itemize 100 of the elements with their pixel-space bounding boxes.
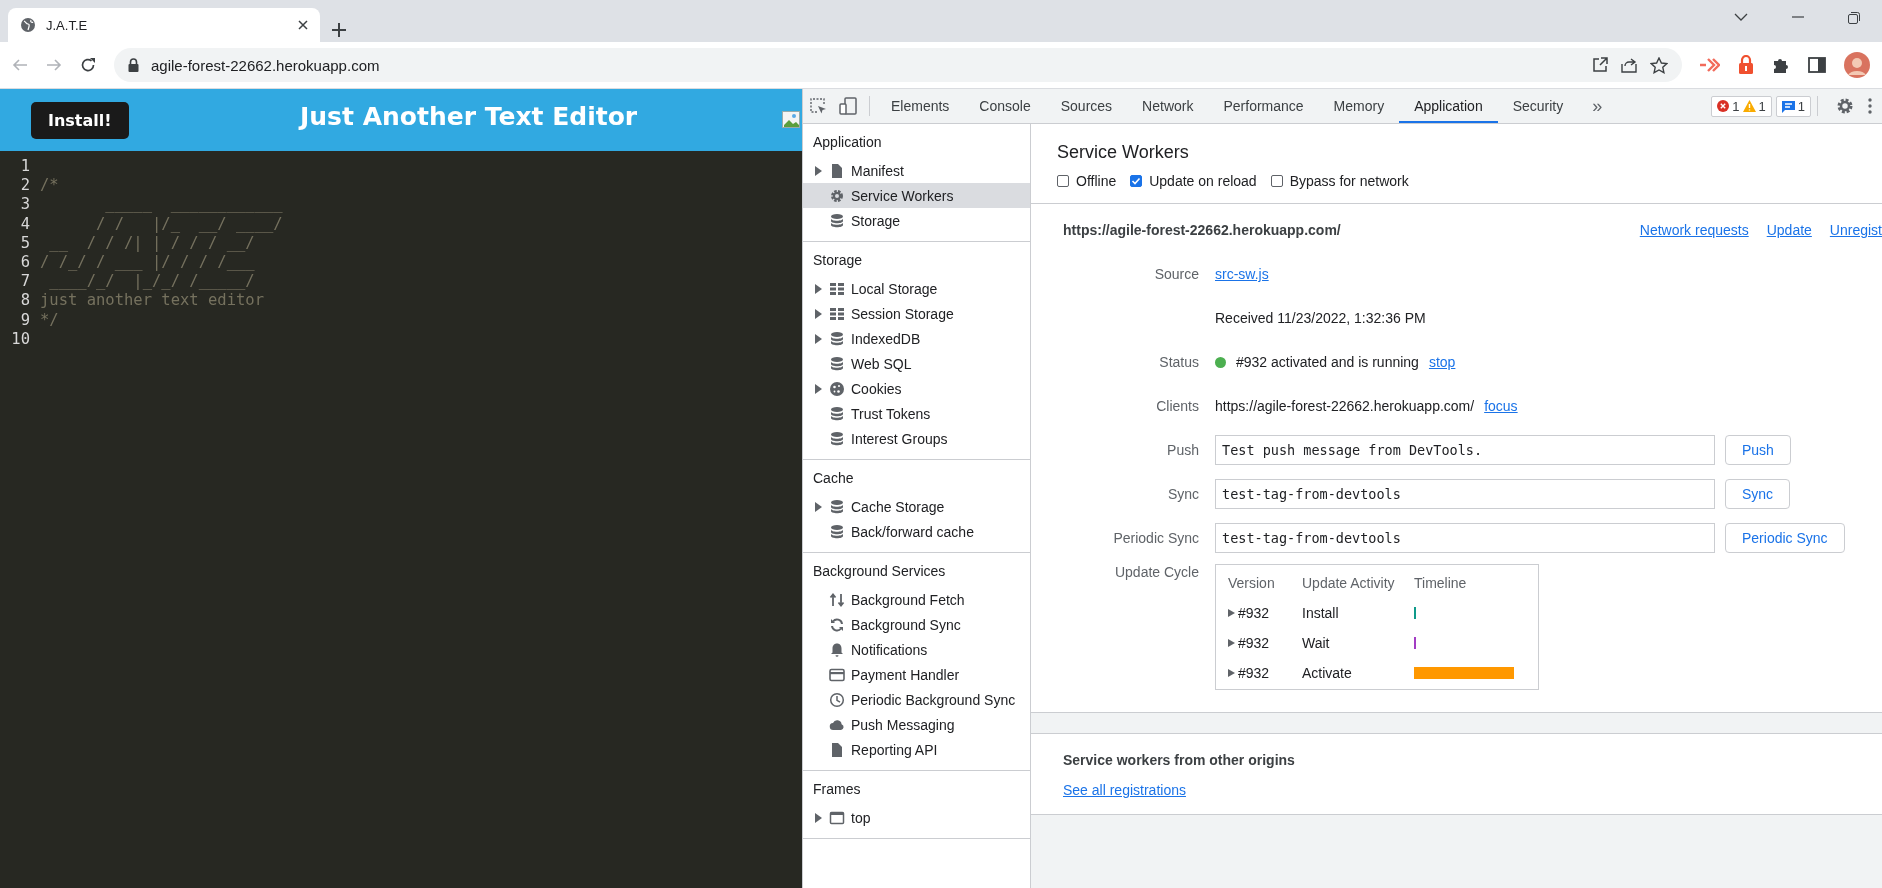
action-button[interactable]: Periodic Sync: [1725, 523, 1845, 553]
inspect-icon[interactable]: [809, 97, 827, 115]
devtools-tab[interactable]: Performance: [1208, 89, 1319, 123]
more-tabs-button[interactable]: »: [1578, 89, 1617, 123]
expand-arrow-icon[interactable]: [813, 383, 823, 394]
input-field[interactable]: test-tag-from-devtools: [1215, 479, 1715, 509]
side-panel-icon[interactable]: [1808, 57, 1826, 73]
messages-badge[interactable]: 1: [1775, 95, 1811, 117]
sidebar-item[interactable]: IndexedDB: [803, 326, 1030, 351]
sidebar-item[interactable]: Back/forward cache: [803, 519, 1030, 544]
code-line: / /_/ / ___ |/ / / /___: [40, 252, 255, 273]
expand-arrow-icon[interactable]: [813, 812, 823, 823]
expand-arrow-icon[interactable]: [813, 501, 823, 512]
expand-arrow-icon[interactable]: [813, 283, 823, 294]
action-link[interactable]: Network requests: [1639, 222, 1749, 238]
database-icon: [829, 430, 845, 447]
action-link[interactable]: Unregist: [1829, 222, 1882, 238]
code-line: */: [40, 310, 59, 330]
restore-icon[interactable]: [1848, 12, 1860, 24]
browser-tab[interactable]: J.A.T.E: [8, 8, 320, 42]
arrow-extension-icon[interactable]: [1700, 58, 1720, 72]
sidebar-item[interactable]: Storage: [803, 208, 1030, 233]
input-field[interactable]: test-tag-from-devtools: [1215, 523, 1715, 553]
sidebar-item[interactable]: Periodic Background Sync: [803, 687, 1030, 712]
devtools-tab[interactable]: Sources: [1045, 89, 1128, 123]
error-icon: [1717, 100, 1730, 112]
checkbox-label: Update on reload: [1149, 173, 1257, 189]
field-label: Periodic Sync: [1113, 530, 1199, 546]
column-header: Update Activity: [1302, 575, 1396, 591]
tab-title: J.A.T.E: [46, 17, 89, 33]
sidebar-item[interactable]: Cookies: [803, 376, 1030, 401]
sidebar-item[interactable]: Push Messaging: [803, 712, 1030, 737]
checkbox[interactable]: [1057, 175, 1069, 187]
address-bar[interactable]: agile-forest-22662.herokuapp.com: [114, 48, 1682, 82]
sidebar-item[interactable]: Manifest: [803, 158, 1030, 183]
action-link[interactable]: Update: [1766, 222, 1812, 238]
expand-arrow-icon[interactable]: [813, 165, 823, 176]
settings-icon[interactable]: [1836, 97, 1854, 115]
database-icon: [829, 523, 845, 540]
devtools-tab[interactable]: Security: [1497, 89, 1579, 123]
sidebar-item[interactable]: Session Storage: [803, 301, 1030, 326]
more-options-icon[interactable]: [1868, 98, 1872, 114]
avatar-icon[interactable]: [1844, 52, 1870, 78]
chevron-down-icon[interactable]: [1734, 12, 1748, 22]
input-field[interactable]: Test push message from DevTools.: [1215, 435, 1715, 465]
lock-extension-icon[interactable]: [1738, 55, 1754, 75]
devtools-tab[interactable]: Network: [1127, 89, 1209, 123]
warning-icon: [1742, 100, 1756, 112]
star-icon[interactable]: [1650, 56, 1668, 74]
source-link[interactable]: src-sw.js: [1215, 266, 1269, 282]
field-label: Source: [1154, 266, 1199, 282]
expand-arrow-icon[interactable]: [1228, 668, 1236, 678]
database-icon: [829, 498, 845, 515]
panel-title: Service Workers: [1057, 142, 1189, 163]
sidebar-item[interactable]: Cache Storage: [803, 494, 1030, 519]
sidebar-item[interactable]: Web SQL: [803, 351, 1030, 376]
devtools-tab[interactable]: Console: [964, 89, 1046, 123]
sidebar-item[interactable]: Service Workers: [803, 183, 1030, 208]
device-toolbar-icon[interactable]: [839, 97, 857, 115]
line-number: 10: [10, 329, 31, 349]
code-line: / / |/_ __/ ____/: [95, 214, 283, 234]
frame-icon: [829, 809, 845, 826]
database-icon: [829, 212, 845, 229]
install-button[interactable]: Install!: [31, 101, 129, 139]
sidebar-item[interactable]: Background Fetch: [803, 587, 1030, 612]
sidebar-item[interactable]: Background Sync: [803, 612, 1030, 637]
issues-badge[interactable]: 1 1: [1711, 95, 1772, 117]
action-button[interactable]: Push: [1725, 435, 1791, 465]
focus-link[interactable]: focus: [1484, 398, 1518, 414]
reload-icon[interactable]: [80, 57, 96, 73]
sidebar-section-title: Cache: [812, 470, 855, 488]
code-line: /*: [40, 176, 59, 196]
sidebar-item[interactable]: Reporting API: [803, 737, 1030, 762]
registrations-link[interactable]: See all registrations: [1063, 782, 1186, 798]
expand-arrow-icon[interactable]: [1228, 638, 1236, 648]
expand-arrow-icon[interactable]: [1228, 608, 1236, 618]
stop-link[interactable]: stop: [1428, 354, 1456, 370]
expand-arrow-icon[interactable]: [813, 333, 823, 344]
puzzle-icon[interactable]: [1772, 56, 1790, 74]
sidebar-item[interactable]: Interest Groups: [803, 426, 1030, 451]
sidebar-item[interactable]: Notifications: [803, 637, 1030, 662]
action-button[interactable]: Sync: [1725, 479, 1791, 509]
devtools-tab[interactable]: Elements: [876, 89, 965, 123]
sidebar-item[interactable]: Local Storage: [803, 276, 1030, 301]
origin-url: https://agile-forest-22662.herokuapp.com/: [1063, 222, 1342, 238]
database-icon: [829, 355, 845, 372]
open-in-window-icon[interactable]: [1592, 57, 1608, 73]
sidebar-item[interactable]: Trust Tokens: [803, 401, 1030, 426]
checkbox[interactable]: [1130, 175, 1143, 187]
new-tab-icon[interactable]: [332, 23, 346, 37]
line-number: 5: [19, 233, 31, 253]
close-icon[interactable]: [298, 20, 308, 30]
checkbox[interactable]: [1270, 175, 1283, 187]
expand-arrow-icon[interactable]: [813, 308, 823, 319]
devtools-tab[interactable]: Memory: [1318, 89, 1400, 123]
share-icon[interactable]: [1620, 57, 1638, 73]
version-cell: #932: [1238, 635, 1270, 651]
sidebar-item[interactable]: Payment Handler: [803, 662, 1030, 687]
activity-cell-text: Activate: [1302, 665, 1353, 681]
sidebar-item[interactable]: top: [803, 805, 1030, 830]
